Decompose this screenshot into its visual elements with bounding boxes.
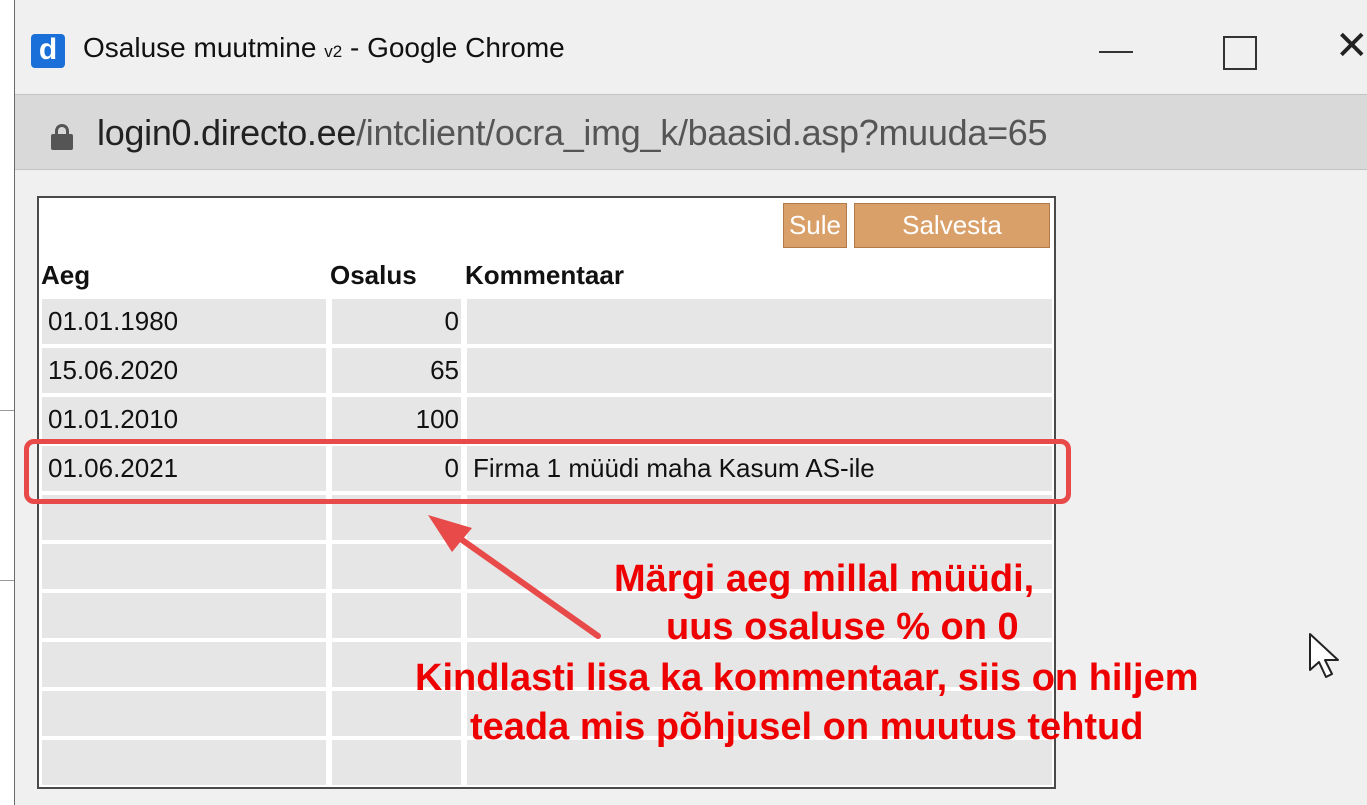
close-dialog-button[interactable]: Sule	[783, 203, 847, 248]
annotation-line-2: uus osaluse % on 0	[666, 606, 1019, 648]
osalus-input[interactable]	[332, 544, 461, 589]
aeg-input[interactable]: 15.06.2020	[42, 348, 326, 393]
background-page-sliver	[0, 0, 14, 805]
highlight-rectangle	[24, 439, 1071, 504]
aeg-input[interactable]: 01.01.1980	[42, 299, 326, 344]
minimize-button[interactable]	[1095, 24, 1155, 74]
table-row: 15.06.2020 65	[42, 348, 1052, 393]
save-button[interactable]: Salvesta	[854, 203, 1050, 248]
address-bar[interactable]: login0.directo.ee/intclient/ocra_img_k/b…	[15, 94, 1367, 170]
kommentaar-input[interactable]	[467, 397, 1052, 442]
osalus-input[interactable]: 100	[332, 397, 461, 442]
aeg-input[interactable]	[42, 593, 326, 638]
annotation-line-3: Kindlasti lisa ka kommentaar, siis on hi…	[415, 657, 1199, 699]
aeg-input[interactable]	[42, 740, 326, 785]
title-bar: d Osaluse muutmine v2 - Google Chrome ✕	[15, 0, 1367, 94]
maximize-button[interactable]	[1215, 24, 1275, 74]
annotation-line-4: teada mis põhjusel on muutus tehtud	[470, 706, 1144, 748]
column-header-kommentaar: Kommentaar	[465, 260, 624, 290]
divider	[0, 410, 14, 411]
annotation-line-1: Märgi aeg millal müüdi,	[614, 558, 1035, 600]
window-title-version: v2	[324, 42, 343, 61]
table-row: 01.01.1980 0	[42, 299, 1052, 344]
url-path: /intclient/ocra_img_k/baasid.asp?muuda=6…	[356, 112, 1048, 153]
window-title: Osaluse muutmine v2 - Google Chrome	[83, 32, 565, 64]
aeg-input[interactable]	[42, 642, 326, 687]
divider	[0, 580, 14, 581]
kommentaar-input[interactable]	[467, 348, 1052, 393]
window-title-text: Osaluse muutmine	[83, 32, 317, 63]
aeg-input[interactable]	[42, 691, 326, 736]
window-title-app: - Google Chrome	[342, 32, 565, 63]
lock-icon[interactable]	[51, 124, 73, 150]
column-header-aeg: Aeg	[41, 260, 91, 290]
osalus-input[interactable]	[332, 593, 461, 638]
osalus-input[interactable]	[332, 740, 461, 785]
url-host: login0.directo.ee	[97, 112, 357, 153]
mouse-cursor-icon	[1309, 633, 1339, 678]
osalus-input[interactable]: 65	[332, 348, 461, 393]
kommentaar-input[interactable]	[467, 299, 1052, 344]
column-header-osalus: Osalus	[330, 260, 417, 290]
url-text[interactable]: login0.directo.ee/intclient/ocra_img_k/b…	[97, 112, 1048, 154]
close-button[interactable]: ✕	[1335, 24, 1367, 74]
aeg-input[interactable]: 01.01.2010	[42, 397, 326, 442]
osalus-input[interactable]: 0	[332, 299, 461, 344]
aeg-input[interactable]	[42, 544, 326, 589]
directo-app-icon: d	[31, 34, 65, 68]
table-row: 01.01.2010 100	[42, 397, 1052, 442]
